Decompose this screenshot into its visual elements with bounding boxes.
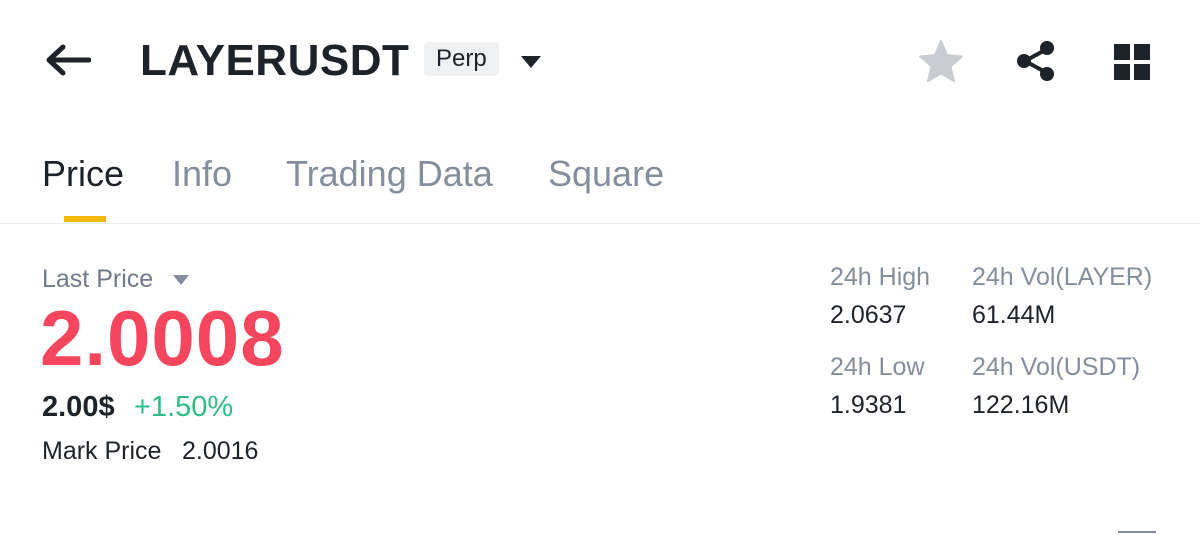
- vol-base-24h-value: 61.44M: [972, 301, 1056, 329]
- top-bar: LAYERUSDT Perp: [0, 0, 1200, 120]
- last-price-dropdown[interactable]: [172, 273, 190, 285]
- more-menu-button[interactable]: [1112, 42, 1152, 82]
- symbol-dropdown-button[interactable]: [519, 54, 543, 70]
- vol-quote-24h-label: 24h Vol(USDT): [972, 353, 1141, 381]
- last-price-value: 2.0008: [40, 294, 285, 382]
- star-icon: [919, 40, 963, 82]
- low-24h-label: 24h Low: [830, 353, 925, 381]
- active-tab-indicator: [64, 216, 106, 222]
- favorite-button[interactable]: [917, 38, 965, 84]
- scroll-indicator: [1118, 531, 1156, 533]
- low-24h-value: 1.9381: [830, 391, 907, 419]
- mark-price-label: Mark Price: [42, 437, 162, 465]
- caret-down-icon: [173, 275, 189, 285]
- mark-price-value: 2.0016: [182, 437, 259, 465]
- usd-price: 2.00$: [42, 391, 115, 423]
- back-arrow-icon: [46, 44, 91, 76]
- tab-info[interactable]: Info: [172, 152, 232, 196]
- tab-square[interactable]: Square: [548, 152, 664, 196]
- symbol-title[interactable]: LAYERUSDT: [140, 36, 409, 86]
- grid-icon: [1114, 44, 1150, 80]
- contract-type-badge[interactable]: Perp: [424, 42, 499, 76]
- share-icon: [1017, 41, 1054, 81]
- price-change-percent: +1.50%: [134, 391, 234, 423]
- tab-bar: Price Info Trading Data Square: [0, 140, 1200, 224]
- tab-price[interactable]: Price: [42, 152, 124, 196]
- vol-quote-24h-value: 122.16M: [972, 391, 1070, 419]
- back-button[interactable]: [44, 40, 92, 80]
- vol-base-24h-label: 24h Vol(LAYER): [972, 263, 1153, 291]
- caret-down-icon: [521, 56, 541, 68]
- last-price-label[interactable]: Last Price: [42, 264, 153, 294]
- high-24h-value: 2.0637: [830, 301, 907, 329]
- tab-trading-data[interactable]: Trading Data: [286, 152, 493, 196]
- share-button[interactable]: [1013, 38, 1059, 84]
- high-24h-label: 24h High: [830, 263, 931, 291]
